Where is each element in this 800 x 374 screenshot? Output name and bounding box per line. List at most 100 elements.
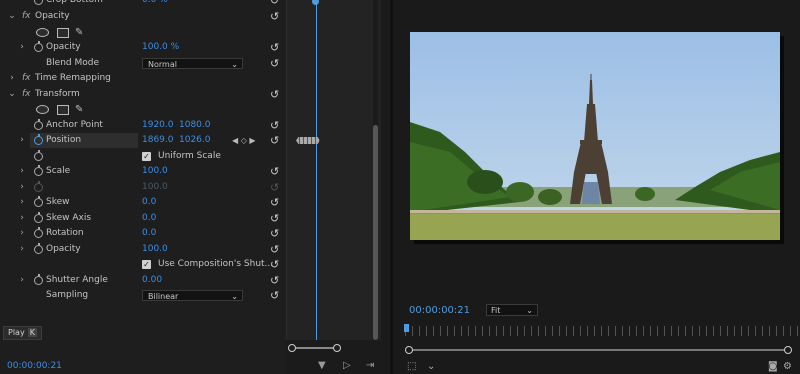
position-y[interactable]: 1026.0 [179,133,211,148]
next-keyframe-icon[interactable]: ▶ [249,136,255,145]
rotation-value[interactable]: 0.0 [142,226,156,241]
safe-margins-icon[interactable]: ⬚ [407,361,416,372]
reset-arrow-icon[interactable]: ↺ [270,242,281,257]
ellipse-mask-icon[interactable] [36,28,49,37]
stopwatch-icon[interactable] [34,212,43,223]
reset-arrow-icon[interactable]: ↺ [270,288,281,303]
stopwatch-icon[interactable] [34,196,43,207]
stopwatch-icon[interactable] [34,243,43,254]
rectangle-mask-icon[interactable] [57,28,69,38]
play-range-icon[interactable]: ▷ [343,360,351,371]
sampling-select[interactable]: Bilinear ⌄ [142,290,243,301]
stopwatch-icon[interactable] [34,41,43,52]
filter-icon[interactable]: ▼ [318,360,326,371]
opacity-value[interactable]: 100.0 % [142,40,179,55]
anchor-point-y[interactable]: 1080.0 [179,118,211,133]
position-x[interactable]: 1869.0 [142,133,174,148]
reset-arrow-icon[interactable]: ↺ [270,273,281,288]
previous-keyframe-icon[interactable]: ◀ [232,136,238,145]
stopwatch-icon[interactable] [34,274,43,285]
chevron-right-icon[interactable]: › [18,242,26,257]
playhead-line[interactable] [316,0,317,340]
use-comp-shutter-row: ✓ Use Composition's Shut... ↺ [0,257,286,272]
time-remapping-label: Time Remapping [35,73,111,83]
reset-arrow-icon[interactable]: ↺ [270,9,281,24]
reset-arrow-icon[interactable]: ↺ [270,40,281,55]
stopwatch-icon[interactable] [34,227,43,238]
blend-mode-select[interactable]: Normal ⌄ [142,58,243,69]
stopwatch-icon[interactable] [34,165,43,176]
skew-row: › Skew 0.0 ↺ [0,195,286,210]
chevron-right-icon[interactable]: › [18,133,26,148]
effect-controls-timecode[interactable]: 00:00:00:21 [7,361,62,371]
timeline-zoom-bar[interactable] [291,347,337,349]
opacity-group-row[interactable]: ⌄ fx Opacity ↺ [0,9,286,24]
chevron-down-icon[interactable]: ⌄ [427,361,435,372]
add-keyframe-icon[interactable]: ◇ [241,136,247,145]
zoom-handle-right[interactable] [333,344,341,352]
position-label: Position [46,135,82,145]
chevron-right-icon[interactable]: › [8,71,16,86]
reset-arrow-icon[interactable]: ↺ [270,87,281,102]
anchor-point-x[interactable]: 1920.0 [142,118,174,133]
program-timecode[interactable]: 00:00:00:21 [409,305,470,316]
skew-label: Skew [46,197,70,207]
crop-bottom-value[interactable]: 0.0 % [142,0,168,8]
zoom-level-select[interactable]: Fit ⌄ [486,304,538,316]
reset-arrow-icon[interactable]: ↺ [270,56,281,71]
zoom-handle-left[interactable] [288,344,296,352]
scrub-handle-left[interactable] [405,346,413,354]
program-time-ruler[interactable] [405,326,800,336]
skew-value[interactable]: 0.0 [142,195,156,210]
anchor-point-row: Anchor Point 1920.0 1080.0 ↺ [0,118,286,133]
chevron-right-icon[interactable]: › [18,211,26,226]
chevron-right-icon[interactable]: › [18,40,26,55]
play-tooltip-shortcut: K [27,328,37,337]
ellipse-mask-icon[interactable] [36,105,49,114]
scale-value[interactable]: 100.0 [142,164,168,179]
reset-arrow-icon[interactable]: ↺ [270,226,281,241]
reset-arrow-icon[interactable]: ↺ [270,211,281,226]
chevron-right-icon[interactable]: › [18,273,26,288]
stopwatch-icon[interactable] [34,0,43,5]
rectangle-mask-icon[interactable] [57,105,69,115]
chevron-down-icon[interactable]: ⌄ [8,87,16,102]
uniform-scale-checkbox[interactable]: ✓ [142,152,151,161]
position-keyframes[interactable] [296,137,320,144]
program-scrub-bar[interactable] [409,349,789,351]
shutter-angle-value[interactable]: 0.00 [142,273,162,288]
shutter-angle-label: Shutter Angle [46,275,108,285]
program-playhead-marker[interactable] [404,324,409,332]
chevron-right-icon[interactable]: › [18,164,26,179]
reset-arrow-icon[interactable]: ↺ [270,133,281,148]
skew-axis-value[interactable]: 0.0 [142,211,156,226]
transform-opacity-value[interactable]: 100.0 [142,242,168,257]
play-tooltip-text: Play [8,328,25,337]
scrub-handle-right[interactable] [784,346,792,354]
reset-arrow-icon[interactable]: ↺ [270,0,281,8]
position-row: › Position 1869.0 1026.0 ◀ ◇ ▶ ↺ [0,133,286,148]
use-comp-shutter-checkbox[interactable]: ✓ [142,260,151,269]
settings-icon[interactable]: ⚙ [783,361,792,372]
effect-controls-timeline[interactable] [286,0,381,340]
stopwatch-icon[interactable] [34,119,43,130]
camera-icon[interactable]: ◙ [768,361,778,372]
time-remapping-row[interactable]: › fx Time Remapping [0,71,286,86]
transform-group-row[interactable]: ⌄ fx Transform ↺ [0,87,286,102]
reset-arrow-icon[interactable]: ↺ [270,257,281,272]
chevron-down-icon[interactable]: ⌄ [8,9,16,24]
stopwatch-icon[interactable] [34,134,43,145]
pen-mask-icon[interactable]: ✎ [75,28,85,38]
reset-arrow-icon[interactable]: ↺ [270,195,281,210]
fx-badge[interactable]: fx [22,9,31,24]
export-icon[interactable]: ⇥ [366,360,374,371]
effect-controls-panel: Crop Bottom 0.0 % ↺ ⌄ fx Opacity ↺ ✎ › O… [0,0,286,374]
program-video-frame[interactable] [410,32,780,240]
reset-arrow-icon[interactable]: ↺ [270,118,281,133]
pen-mask-icon[interactable]: ✎ [75,105,85,115]
reset-arrow-icon[interactable]: ↺ [270,164,281,179]
chevron-right-icon[interactable]: › [18,195,26,210]
chevron-right-icon[interactable]: › [18,226,26,241]
fx-badge[interactable]: fx [22,87,31,102]
scrollbar-thumb[interactable] [373,125,378,340]
